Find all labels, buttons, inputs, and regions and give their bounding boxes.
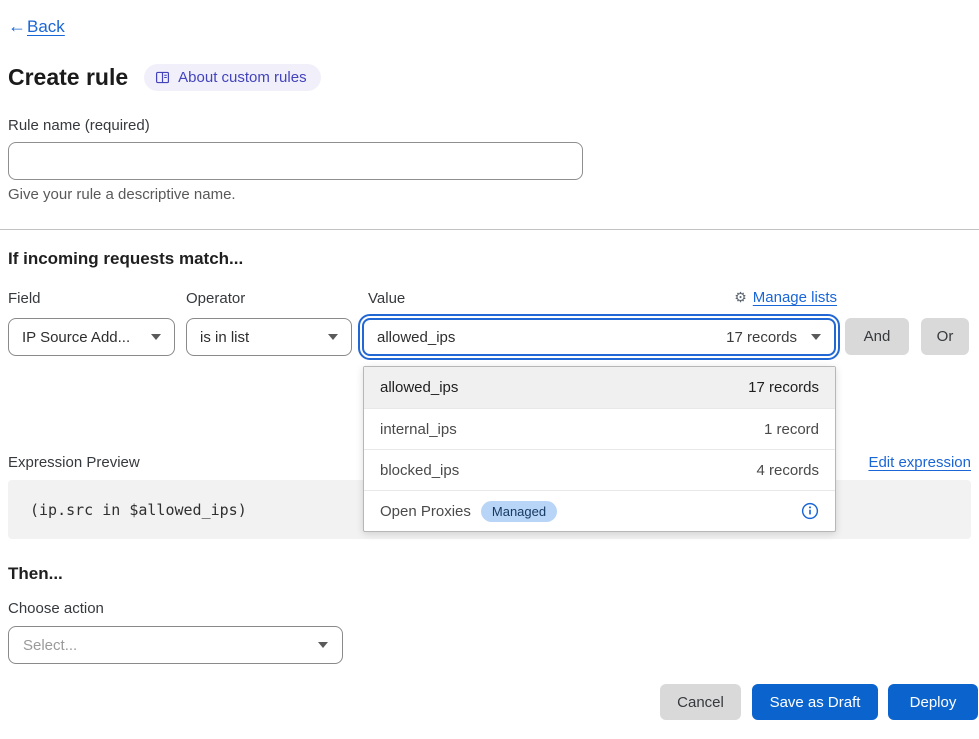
option-records: 17 records	[748, 379, 819, 396]
rule-name-label: Rule name (required)	[8, 117, 150, 134]
field-select-value: IP Source Add...	[22, 329, 130, 346]
back-arrow-icon: ←	[8, 16, 26, 37]
list-option-internal-ips[interactable]: internal_ips 1 record	[364, 408, 835, 449]
match-section-heading: If incoming requests match...	[8, 249, 243, 269]
value-label: Value	[368, 290, 405, 307]
option-records: 1 record	[764, 421, 819, 438]
expression-preview-label: Expression Preview	[8, 454, 140, 471]
book-icon	[155, 70, 170, 85]
field-select[interactable]: IP Source Add...	[8, 318, 175, 356]
page-title: Create rule	[8, 64, 128, 91]
chevron-down-icon	[318, 642, 328, 648]
expression-code: (ip.src in $allowed_ips)	[30, 501, 247, 519]
cancel-button[interactable]: Cancel	[660, 684, 741, 720]
create-rule-page: ← Back Create rule About custom rules Ru…	[0, 0, 979, 739]
then-section-heading: Then...	[8, 564, 63, 584]
list-dropdown-panel: allowed_ips 17 records internal_ips 1 re…	[363, 366, 836, 532]
deploy-button[interactable]: Deploy	[888, 684, 978, 720]
back-label: Back	[27, 17, 65, 37]
action-select-placeholder: Select...	[23, 637, 77, 654]
option-records: 4 records	[756, 462, 819, 479]
field-label: Field	[8, 290, 41, 307]
info-icon[interactable]	[801, 502, 819, 520]
list-option-open-proxies[interactable]: Open Proxies Managed	[364, 490, 835, 531]
and-button[interactable]: And	[845, 318, 909, 355]
value-select[interactable]: allowed_ips 17 records	[362, 318, 836, 356]
list-option-allowed-ips[interactable]: allowed_ips 17 records	[364, 367, 835, 408]
option-name: allowed_ips	[380, 379, 458, 396]
value-select-name: allowed_ips	[377, 329, 455, 346]
choose-action-label: Choose action	[8, 600, 104, 617]
section-divider	[0, 229, 979, 230]
operator-select-value: is in list	[200, 329, 249, 346]
option-name: internal_ips	[380, 421, 457, 438]
option-name: blocked_ips	[380, 462, 459, 479]
value-select-records: 17 records	[726, 329, 797, 346]
back-link[interactable]: ← Back	[8, 16, 65, 37]
operator-label: Operator	[186, 290, 245, 307]
action-select[interactable]: Select...	[8, 626, 343, 664]
rule-name-input[interactable]	[8, 142, 583, 180]
title-row: Create rule About custom rules	[8, 64, 321, 91]
edit-expression-link[interactable]: Edit expression	[868, 454, 971, 471]
option-name: Open Proxies	[380, 503, 471, 520]
chevron-down-icon	[811, 334, 821, 340]
rule-name-helper: Give your rule a descriptive name.	[8, 186, 236, 203]
operator-select[interactable]: is in list	[186, 318, 352, 356]
gear-icon: ⚙	[734, 289, 747, 306]
manage-lists-label: Manage lists	[753, 289, 837, 306]
manage-lists-link[interactable]: ⚙ Manage lists	[734, 289, 837, 306]
or-button[interactable]: Or	[921, 318, 969, 355]
about-custom-rules-link[interactable]: About custom rules	[144, 64, 320, 91]
chevron-down-icon	[151, 334, 161, 340]
about-custom-rules-label: About custom rules	[178, 69, 306, 86]
chevron-down-icon	[328, 334, 338, 340]
list-option-blocked-ips[interactable]: blocked_ips 4 records	[364, 449, 835, 490]
managed-badge: Managed	[481, 501, 557, 522]
save-as-draft-button[interactable]: Save as Draft	[752, 684, 878, 720]
